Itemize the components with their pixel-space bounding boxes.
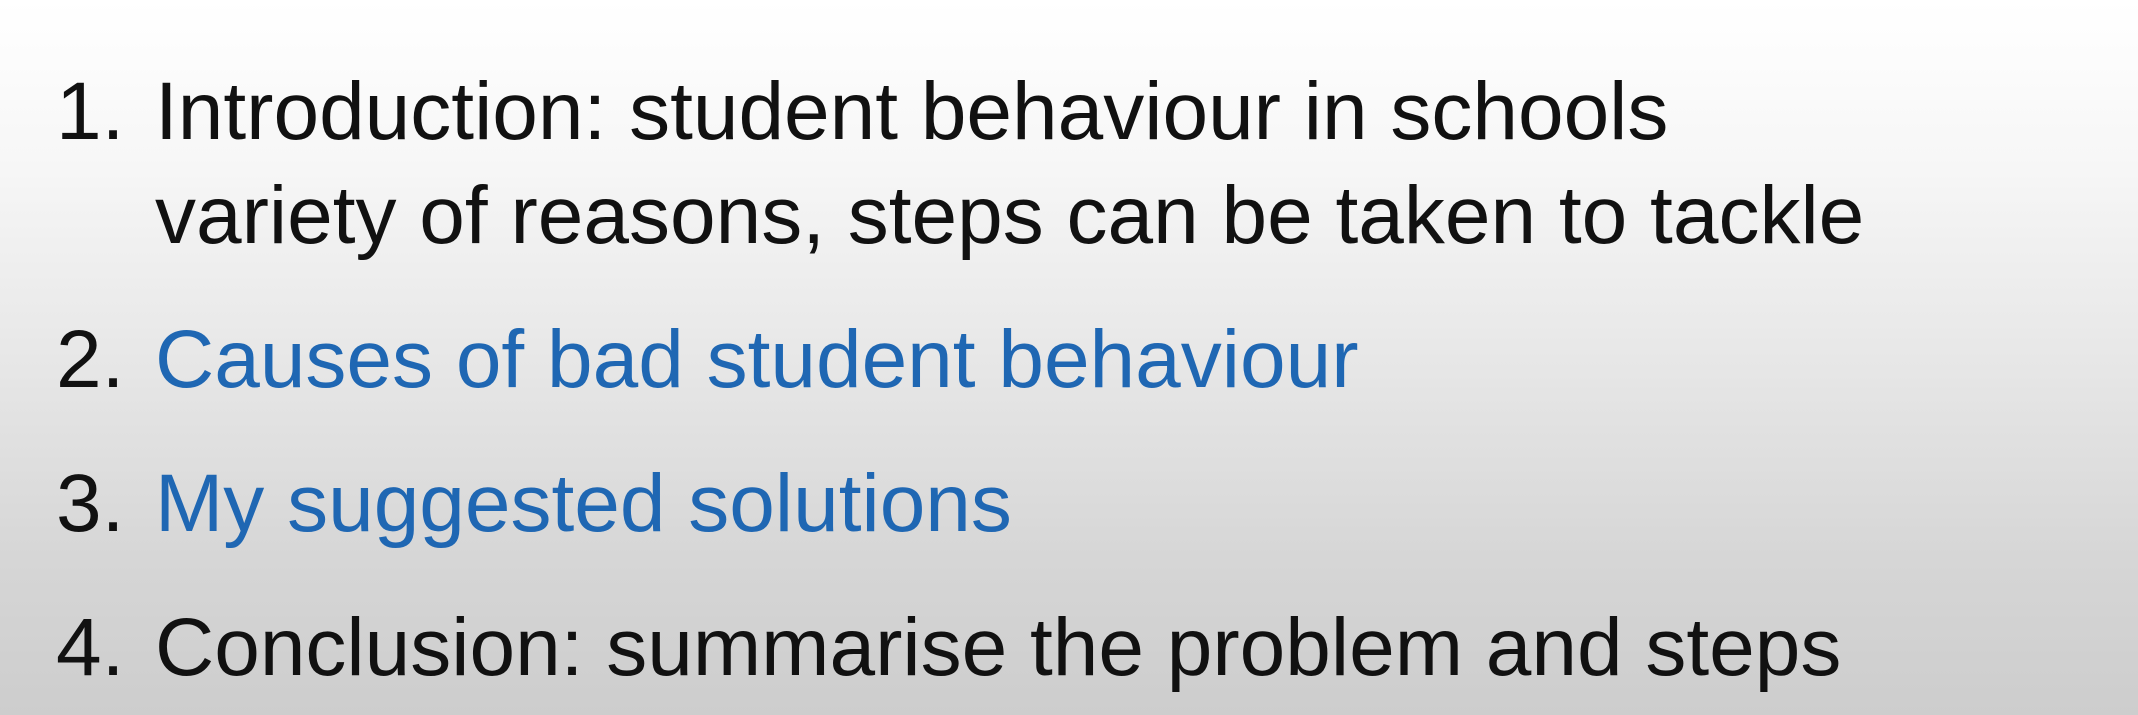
causes-text: Causes of bad student behaviour — [155, 314, 1359, 405]
outline-item-conclusion: 4. Conclusion: summarise the problem and… — [56, 596, 2116, 700]
introduction-line-2: variety of reasons, steps can be taken t… — [155, 170, 1865, 261]
essay-outline-list: 1. Introduction: student behaviour in sc… — [56, 60, 2116, 700]
outline-item-introduction: 1. Introduction: student behaviour in sc… — [56, 60, 2116, 268]
solutions-text: My suggested solutions — [155, 458, 1012, 549]
introduction-line-1: Introduction: student behaviour in schoo… — [155, 66, 1669, 157]
conclusion-text: Conclusion: summarise the problem and st… — [155, 602, 1842, 693]
outline-item-solutions: 3. My suggested solutions — [56, 452, 2116, 556]
item-number: 1. — [56, 66, 125, 157]
item-number: 3. — [56, 458, 125, 549]
outline-item-causes: 2. Causes of bad student behaviour — [56, 308, 2116, 412]
item-number: 2. — [56, 314, 125, 405]
item-number: 4. — [56, 602, 125, 693]
